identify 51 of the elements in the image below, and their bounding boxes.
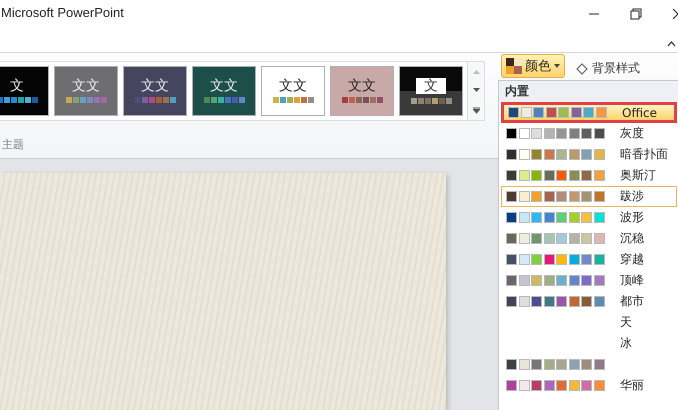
theme-thumbnail[interactable]: 文文	[54, 66, 118, 116]
group-label: 主题	[2, 137, 25, 152]
scheme-name: 都市	[620, 293, 644, 310]
more-icon[interactable]	[472, 106, 480, 114]
theme-thumbnail[interactable]: 文文	[330, 66, 394, 116]
color-scheme-item[interactable]: 冰	[501, 333, 677, 354]
theme-thumbnail[interactable]: 文文	[261, 66, 325, 116]
scheme-name: 穿越	[620, 251, 644, 268]
theme-sample-text: 文文	[72, 79, 100, 93]
theme-thumbnail[interactable]: 文	[0, 66, 49, 116]
caret-icon	[554, 64, 560, 68]
scheme-name: 波形	[620, 209, 644, 226]
scroll-down-icon[interactable]	[472, 88, 480, 94]
theme-sample-text: 文文	[348, 79, 376, 93]
collapse-ribbon-icon[interactable]	[667, 40, 676, 48]
palette-icon	[506, 58, 522, 74]
theme-thumbnail[interactable]: 文文	[123, 66, 187, 116]
background-styles-button[interactable]: 背景样式	[592, 60, 640, 77]
scheme-name: 灰度	[620, 125, 644, 142]
scheme-name: Office	[622, 106, 658, 120]
color-scheme-item[interactable]: 都市	[501, 291, 677, 312]
theme-thumbnail[interactable]: 文文	[192, 66, 256, 116]
theme-sample-text: 文文	[141, 79, 169, 93]
theme-sample-text: 文文	[210, 79, 238, 93]
color-scheme-item[interactable]: 暗香扑面	[501, 144, 677, 165]
scheme-name: 沉稳	[620, 230, 644, 247]
scheme-name: 顶峰	[620, 272, 644, 289]
color-scheme-item[interactable]: 沉稳	[501, 228, 677, 249]
color-scheme-item[interactable]: 天	[501, 312, 677, 333]
scheme-name: 天	[620, 314, 632, 331]
color-scheme-item[interactable]: 奥斯汀	[501, 165, 677, 186]
window-title: Microsoft PowerPoint	[1, 5, 124, 20]
color-scheme-item[interactable]: 波形	[501, 207, 677, 228]
theme-sample-text: 文文	[279, 79, 307, 93]
theme-sample-text: 文	[10, 79, 24, 93]
scheme-name: 冰	[620, 335, 632, 352]
section-heading: 内置	[499, 81, 678, 102]
theme-sample-text: 文	[416, 78, 446, 94]
restore-icon[interactable]	[630, 8, 642, 20]
scheme-name: 奥斯汀	[620, 167, 656, 184]
scheme-name: 跋涉	[620, 188, 644, 205]
scheme-name: 暗香扑面	[620, 146, 668, 163]
color-scheme-item[interactable]: Office	[501, 102, 677, 123]
theme-thumbnail[interactable]: 文	[399, 66, 463, 116]
color-scheme-item[interactable]: 华丽	[501, 375, 677, 396]
color-scheme-item[interactable]: 顶峰	[501, 270, 677, 291]
color-scheme-item[interactable]: 穿越	[501, 249, 677, 270]
color-scheme-item[interactable]: 灰度	[501, 123, 677, 144]
color-scheme-item[interactable]: 跋涉	[501, 186, 677, 207]
colors-button[interactable]: 颜色	[501, 54, 565, 78]
scheme-name: 华丽	[620, 377, 644, 394]
